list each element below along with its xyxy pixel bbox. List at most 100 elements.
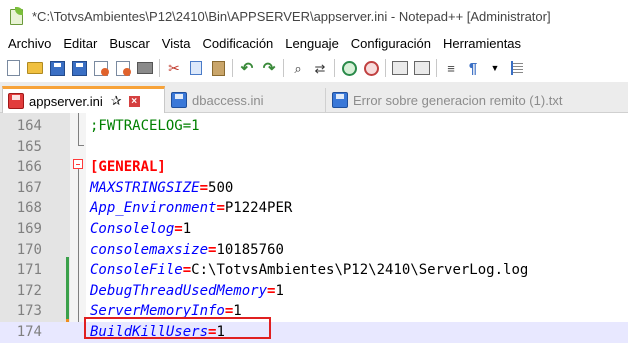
close-file-button[interactable] — [92, 59, 110, 77]
close-all-icon — [116, 60, 130, 76]
new-file-icon — [6, 60, 20, 76]
sync-horizontal-icon — [414, 61, 430, 75]
open-file-button[interactable] — [26, 59, 44, 77]
unsaved-disk-icon — [8, 93, 24, 109]
menu-vista[interactable]: Vista — [156, 36, 197, 51]
pilcrow-icon: ¶ — [468, 59, 478, 77]
indent-guide-button[interactable] — [508, 59, 526, 77]
key-value: ConsoleFile=C:\TotvsAmbientes\P12\2410\S… — [90, 260, 528, 281]
saved-disk-icon — [332, 92, 348, 108]
folder-open-icon — [27, 62, 43, 74]
word-wrap-button[interactable]: ≡ — [442, 59, 460, 77]
sync-horizontal-button[interactable] — [413, 59, 431, 77]
zoom-in-button[interactable] — [340, 59, 358, 77]
toolbar-separator — [385, 59, 386, 77]
menu-codificacion[interactable]: Codificación — [196, 36, 279, 51]
setting-value: 10185760 — [216, 241, 284, 258]
tab-error-remito-txt[interactable]: Error sobre generacion remito (1).txt — [327, 88, 628, 112]
equals-sign: = — [174, 221, 183, 237]
close-file-icon — [94, 60, 108, 76]
toolbar-separator — [436, 59, 437, 77]
save-all-icon — [71, 60, 87, 76]
close-tab-icon[interactable]: × — [128, 95, 140, 107]
editor[interactable]: 164 ;FWTRACELOG=1 165 166 [GENERAL] 167 … — [0, 113, 628, 343]
indent-guide-icon — [511, 61, 523, 75]
setting-value: 1 — [182, 221, 192, 237]
sync-vertical-button[interactable] — [391, 59, 409, 77]
line-number: 171 — [16, 262, 42, 279]
print-button[interactable] — [136, 59, 154, 77]
key-value: MAXSTRINGSIZE=500 — [90, 178, 233, 199]
highlight-annotation-box — [84, 317, 271, 339]
zoom-out-button[interactable] — [362, 59, 380, 77]
close-all-button[interactable] — [114, 59, 132, 77]
cut-button[interactable]: ✂ — [165, 59, 183, 77]
line-number: 170 — [16, 241, 42, 258]
line-number: 169 — [16, 221, 42, 237]
line-number: 165 — [16, 138, 42, 155]
redo-icon: ↷ — [262, 59, 276, 77]
line-number: 164 — [16, 118, 42, 134]
code-line[interactable]: 169 Consolelog=1 — [0, 219, 628, 240]
code-line[interactable]: 166 [GENERAL] — [0, 157, 628, 178]
save-button[interactable] — [48, 59, 66, 77]
undo-icon: ↶ — [240, 59, 254, 77]
setting-value: C:\TotvsAmbientes\P12\2410\ServerLog.log — [191, 262, 529, 279]
replace-icon: ⇄ — [314, 60, 326, 76]
zoom-out-icon — [363, 60, 379, 76]
pin-icon[interactable]: ✰ — [111, 93, 122, 109]
copy-icon — [190, 61, 202, 75]
word-wrap-icon: ≡ — [447, 60, 455, 76]
code-line[interactable]: 165 — [0, 137, 628, 158]
tab-label: dbaccess.ini — [192, 92, 264, 108]
toolbar-dropdown-button[interactable]: ▼ — [486, 59, 504, 77]
equals-sign: = — [199, 179, 209, 196]
equals-sign: = — [216, 200, 225, 217]
undo-button[interactable]: ↶ — [238, 59, 256, 77]
find-button[interactable]: ⌕ — [289, 59, 307, 77]
equals-sign: = — [182, 262, 192, 279]
setting-key: App_Environment — [90, 200, 217, 217]
menu-editar[interactable]: Editar — [57, 36, 103, 51]
menu-buscar[interactable]: Buscar — [103, 36, 155, 51]
tab-appserver-ini[interactable]: appserver.ini ✰ × — [2, 86, 165, 113]
toolbar: ✂ ↶ ↷ ⌕ ⇄ ≡ ¶ ▼ — [0, 54, 628, 82]
toolbar-separator — [159, 59, 160, 77]
tab-dbaccess-ini[interactable]: dbaccess.ini — [166, 88, 326, 112]
new-file-button[interactable] — [4, 59, 22, 77]
setting-key: ConsoleFile — [90, 262, 183, 279]
copy-button[interactable] — [187, 59, 205, 77]
menu-bar: Archivo Editar Buscar Vista Codificación… — [0, 32, 628, 54]
save-all-button[interactable] — [70, 59, 88, 77]
tab-label: appserver.ini — [29, 93, 103, 109]
setting-key: MAXSTRINGSIZE — [90, 179, 200, 196]
line-number: 172 — [16, 282, 42, 299]
replace-button[interactable]: ⇄ — [311, 59, 329, 77]
code-line[interactable]: 172 DebugThreadUsedMemory=1 — [0, 281, 628, 302]
binoculars-icon: ⌕ — [294, 60, 302, 76]
setting-key: consolemaxsize — [90, 241, 209, 258]
code-line[interactable]: 171 ConsoleFile=C:\TotvsAmbientes\P12\24… — [0, 260, 628, 281]
menu-lenguaje[interactable]: Lenguaje — [279, 36, 345, 51]
menu-archivo[interactable]: Archivo — [0, 36, 57, 51]
sync-vertical-icon — [392, 61, 408, 75]
line-number: 173 — [16, 303, 42, 320]
line-number: 166 — [16, 159, 42, 176]
show-all-chars-button[interactable]: ¶ — [464, 59, 482, 77]
menu-herramientas[interactable]: Herramientas — [437, 36, 527, 51]
setting-value: P1224PER — [224, 200, 293, 217]
menu-configuracion[interactable]: Configuración — [345, 36, 437, 51]
code-line[interactable]: 168 App_Environment=P1224PER — [0, 198, 628, 219]
toolbar-separator — [232, 59, 233, 77]
tab-label: Error sobre generacion remito (1).txt — [353, 92, 563, 108]
redo-button[interactable]: ↷ — [260, 59, 278, 77]
toolbar-separator — [283, 59, 284, 77]
code-line[interactable]: 164 ;FWTRACELOG=1 — [0, 116, 628, 137]
title-bar: *C:\TotvsAmbientes\P12\2410\Bin\APPSERVE… — [0, 0, 628, 32]
setting-value: 500 — [208, 179, 234, 196]
paste-button[interactable] — [209, 59, 227, 77]
clipboard-icon — [211, 60, 225, 76]
zoom-in-icon — [341, 60, 357, 76]
code-line[interactable]: 167 MAXSTRINGSIZE=500 — [0, 178, 628, 199]
code-line[interactable]: 170 consolemaxsize=10185760 — [0, 240, 628, 261]
